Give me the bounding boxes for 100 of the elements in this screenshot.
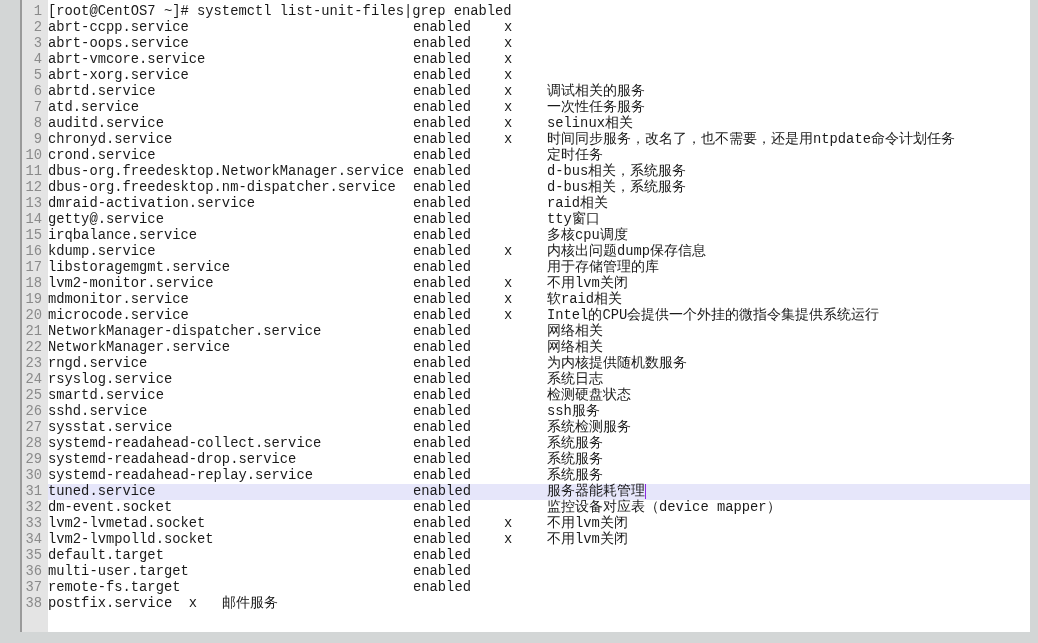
- unit-state: enabled: [413, 388, 471, 403]
- unit-state: enabled: [413, 68, 471, 83]
- unit-state: enabled: [413, 36, 471, 51]
- comment-text: 系统服务: [547, 468, 603, 483]
- unit-state: enabled: [413, 516, 471, 531]
- comment-text: 内核出问题dump保存信息: [547, 244, 707, 259]
- comment-text: 不用lvm关闭: [547, 276, 628, 291]
- disable-mark: x: [504, 308, 513, 323]
- unit-name: chronyd.service: [48, 132, 173, 147]
- unit-name: mdmonitor.service: [48, 292, 189, 307]
- editor-text-area[interactable]: [22, 0, 1030, 632]
- unit-state: enabled: [413, 196, 471, 211]
- unit-name: kdump.service: [48, 244, 156, 259]
- unit-state: enabled: [413, 132, 471, 147]
- unit-state: enabled: [413, 164, 471, 179]
- unit-name: abrt-vmcore.service: [48, 52, 206, 67]
- comment-text: d-bus相关，系统服务: [547, 180, 687, 195]
- unit-name: crond.service: [48, 148, 156, 163]
- unit-name: microcode.service: [48, 308, 189, 323]
- comment-text: d-bus相关，系统服务: [547, 164, 687, 179]
- unit-name: abrt-xorg.service: [48, 68, 189, 83]
- text-cursor: [645, 484, 646, 499]
- unit-state: enabled: [413, 52, 471, 67]
- unit-name: systemd-readahead-drop.service: [48, 452, 297, 467]
- unit-name: systemd-readahead-replay.service: [48, 468, 313, 483]
- comment-text: 检测硬盘状态: [547, 388, 631, 403]
- unit-name: dmraid-activation.service: [48, 196, 255, 211]
- unit-name: rsyslog.service: [48, 372, 173, 387]
- unit-name: irqbalance.service: [48, 228, 198, 243]
- code-line: [root@CentOS7 ~]# systemctl list-unit-files|grep enabled: [48, 4, 512, 19]
- disable-mark: x: [504, 292, 513, 307]
- disable-mark: x: [504, 100, 513, 115]
- unit-state: enabled: [413, 20, 471, 35]
- unit-state: enabled: [413, 276, 471, 291]
- unit-state: enabled: [413, 324, 471, 339]
- unit-name: dbus-org.freedesktop.NetworkManager.service: [48, 164, 405, 179]
- comment-text: 系统服务: [547, 452, 603, 467]
- comment-text: 系统检测服务: [547, 420, 631, 435]
- unit-state: enabled: [413, 180, 471, 195]
- unit-state: enabled: [413, 404, 471, 419]
- unit-state: enabled: [413, 548, 471, 563]
- unit-state: enabled: [413, 484, 471, 499]
- unit-name: lvm2-lvmpolld.socket: [48, 532, 214, 547]
- comment-text: 为内核提供随机数服务: [547, 356, 687, 371]
- comment-text: 监控设备对应表（device mapper）: [547, 500, 781, 515]
- unit-name: sshd.service: [48, 404, 148, 419]
- unit-state: enabled: [413, 580, 471, 595]
- disable-mark: x: [504, 68, 513, 83]
- comment-text: raid相关: [547, 196, 609, 211]
- unit-state: enabled: [413, 420, 471, 435]
- comment-text: 用于存储管理的库: [547, 260, 659, 275]
- comment-text: selinux相关: [547, 116, 633, 131]
- unit-name: atd.service: [48, 100, 140, 115]
- unit-state: enabled: [413, 260, 471, 275]
- comment-text: 系统服务: [547, 436, 603, 451]
- code-line: postfix.service x 邮件服务: [48, 596, 278, 611]
- unit-state: enabled: [413, 340, 471, 355]
- unit-state: enabled: [413, 116, 471, 131]
- unit-state: enabled: [413, 532, 471, 547]
- unit-state: enabled: [413, 244, 471, 259]
- unit-name: sysstat.service: [48, 420, 173, 435]
- disable-mark: x: [504, 516, 513, 531]
- unit-state: enabled: [413, 468, 471, 483]
- unit-name: lvm2-monitor.service: [48, 276, 214, 291]
- unit-state: enabled: [413, 84, 471, 99]
- unit-state: enabled: [413, 292, 471, 307]
- unit-name: lvm2-lvmetad.socket: [48, 516, 206, 531]
- disable-mark: x: [504, 36, 513, 51]
- unit-state: enabled: [413, 564, 471, 579]
- unit-state: enabled: [413, 100, 471, 115]
- unit-name: auditd.service: [48, 116, 164, 131]
- comment-text: 系统日志: [547, 372, 603, 387]
- comment-text: ssh服务: [547, 404, 600, 419]
- comment-text: 不用lvm关闭: [547, 516, 628, 531]
- unit-state: enabled: [413, 148, 471, 163]
- disable-mark: x: [504, 116, 513, 131]
- comment-text: 网络相关: [547, 340, 603, 355]
- unit-state: enabled: [413, 372, 471, 387]
- unit-name: smartd.service: [48, 388, 164, 403]
- disable-mark: x: [504, 132, 513, 147]
- comment-text: 不用lvm关闭: [547, 532, 628, 547]
- comment-text: 一次性任务服务: [547, 100, 645, 115]
- unit-name: dm-event.socket: [48, 500, 173, 515]
- unit-state: enabled: [413, 452, 471, 467]
- comment-text: tty窗口: [547, 212, 600, 227]
- disable-mark: x: [504, 20, 513, 35]
- unit-name: abrt-oops.service: [48, 36, 189, 51]
- unit-name: getty@.service: [48, 212, 164, 227]
- unit-state: enabled: [413, 308, 471, 323]
- comment-text: Intel的CPU会提供一个外挂的微指令集提供系统运行: [547, 308, 880, 323]
- disable-mark: x: [504, 276, 513, 291]
- unit-name: remote-fs.target: [48, 580, 181, 595]
- unit-state: enabled: [413, 356, 471, 371]
- unit-state: enabled: [413, 436, 471, 451]
- unit-name: NetworkManager-dispatcher.service: [48, 324, 322, 339]
- unit-name: abrtd.service: [48, 84, 156, 99]
- unit-name: default.target: [48, 548, 164, 563]
- disable-mark: x: [504, 52, 513, 67]
- disable-mark: x: [504, 532, 513, 547]
- unit-name: rngd.service: [48, 356, 148, 371]
